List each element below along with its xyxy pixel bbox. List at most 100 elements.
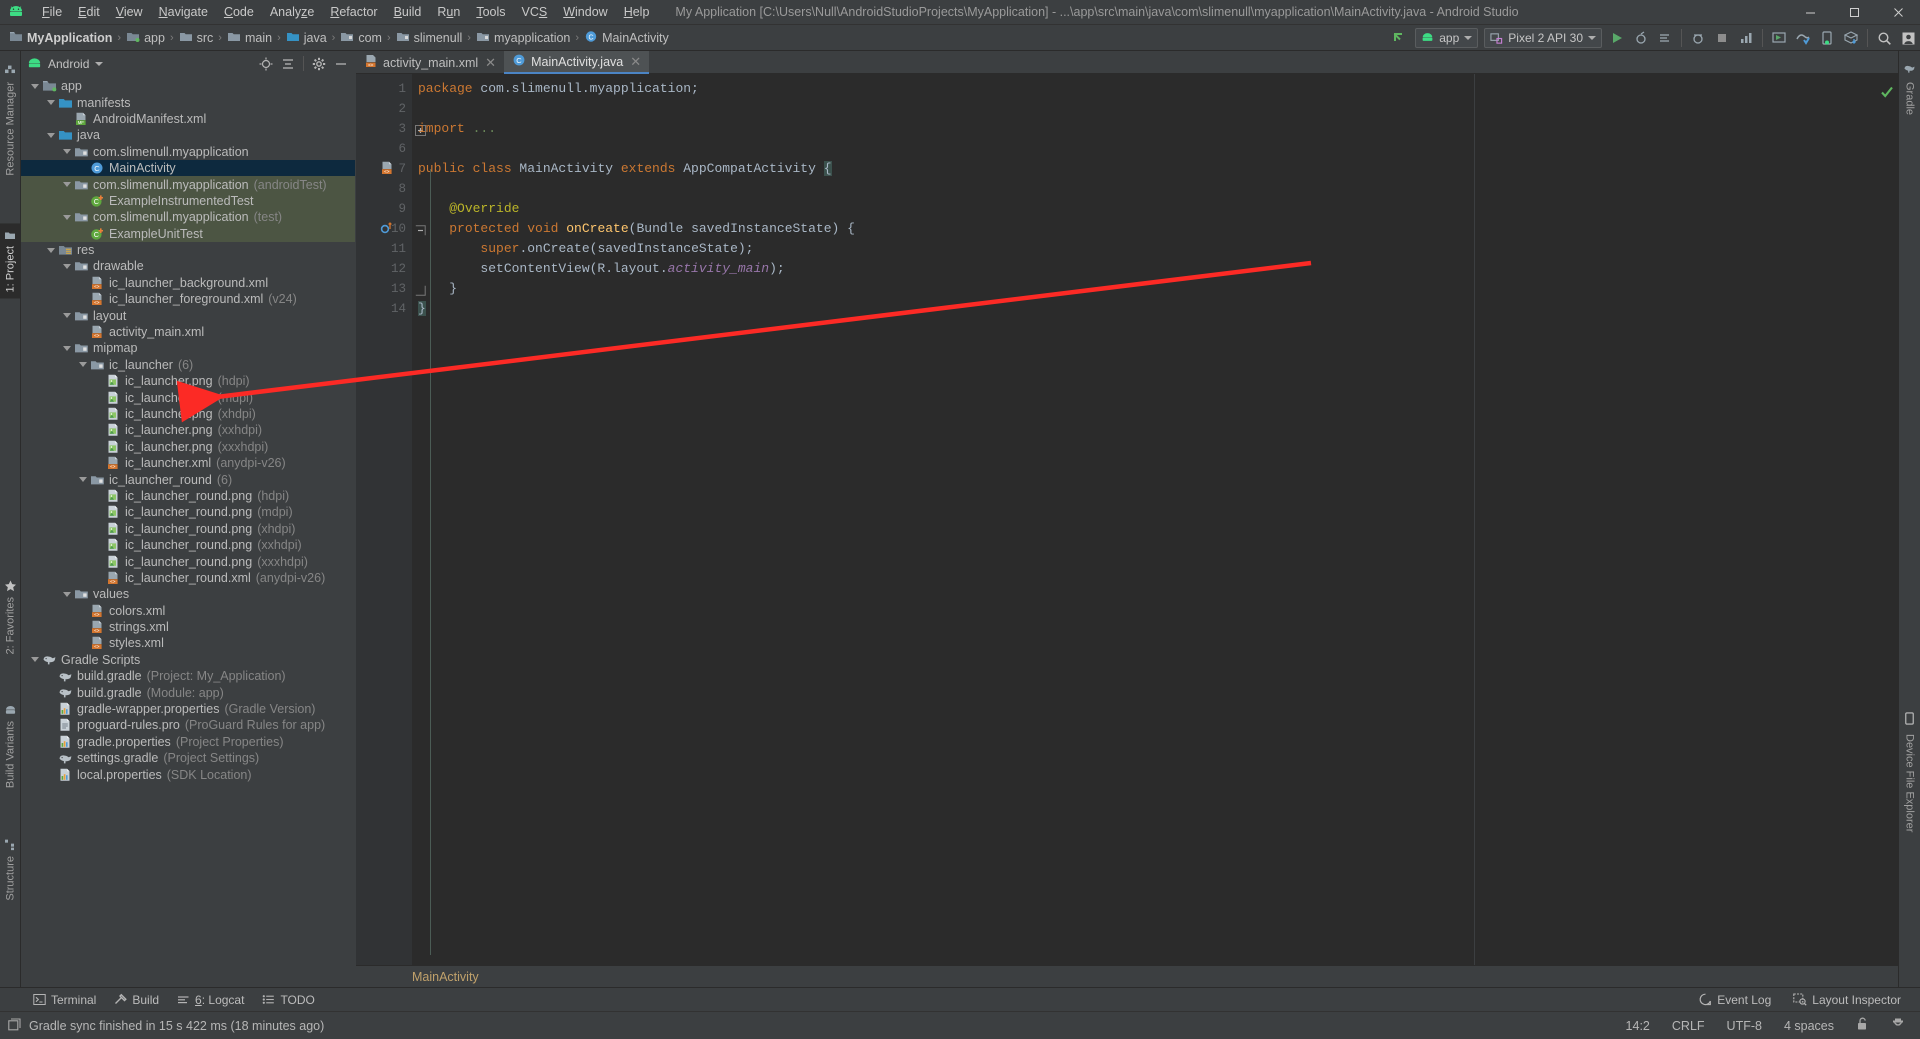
chevron-down-icon[interactable] bbox=[61, 263, 73, 269]
stripe-tab-structure[interactable]: Structure bbox=[0, 833, 21, 907]
hide-panel-icon[interactable] bbox=[331, 54, 351, 74]
menu-build[interactable]: Build bbox=[386, 2, 430, 22]
tree-row[interactable]: ic_launcher_round.png (xxxhdpi) bbox=[21, 553, 355, 569]
line-number-gutter[interactable]: 1 2 3 6 7 <> 8 9 10 11 12 13 14 bbox=[356, 74, 426, 965]
chevron-down-icon[interactable] bbox=[61, 182, 73, 188]
chevron-down-icon[interactable] bbox=[45, 100, 57, 106]
tree-row[interactable]: layout bbox=[21, 307, 355, 323]
tree-row[interactable]: mipmap bbox=[21, 340, 355, 356]
chevron-down-icon[interactable] bbox=[29, 657, 41, 663]
editor-tab-activity-main-xml[interactable]: <> activity_main.xml ✕ bbox=[356, 51, 504, 74]
chevron-down-icon[interactable] bbox=[61, 214, 73, 220]
tree-row[interactable]: values bbox=[21, 586, 355, 602]
line-separator-indicator[interactable]: CRLF bbox=[1669, 1017, 1708, 1035]
line-number[interactable]: 14 bbox=[356, 299, 412, 319]
profiler-icon[interactable] bbox=[1735, 27, 1757, 49]
maximize-button[interactable] bbox=[1832, 0, 1876, 25]
breadcrumb-item-java[interactable]: java bbox=[283, 28, 330, 48]
tree-row[interactable]: <> colors.xml bbox=[21, 603, 355, 619]
close-icon[interactable]: ✕ bbox=[485, 55, 496, 71]
tree-row[interactable]: ic_launcher (6) bbox=[21, 357, 355, 373]
menu-window[interactable]: Window bbox=[555, 2, 615, 22]
line-number[interactable]: 2 bbox=[356, 99, 412, 119]
tree-row[interactable]: gradle-wrapper.properties (Gradle Version… bbox=[21, 701, 355, 717]
gear-icon[interactable] bbox=[309, 54, 329, 74]
locate-file-icon[interactable] bbox=[256, 54, 276, 74]
breadcrumb-item-app[interactable]: app bbox=[123, 28, 168, 48]
editor-marker-column[interactable] bbox=[1886, 97, 1898, 943]
indent-indicator[interactable]: 4 spaces bbox=[1781, 1017, 1837, 1035]
tree-row[interactable]: C MainActivity bbox=[21, 159, 355, 177]
tree-row[interactable]: res bbox=[21, 242, 355, 258]
bottom-tab-event-log[interactable]: Event Log bbox=[1690, 991, 1780, 1009]
chevron-down-icon[interactable] bbox=[61, 345, 73, 351]
bottom-tab-build[interactable]: Build bbox=[105, 991, 168, 1009]
line-number[interactable]: 9 bbox=[356, 199, 412, 219]
caret-position[interactable]: 14:2 bbox=[1623, 1017, 1653, 1035]
tree-row[interactable]: ic_launcher.png (mdpi) bbox=[21, 389, 355, 405]
tree-row[interactable]: MF AndroidManifest.xml bbox=[21, 111, 355, 127]
collapse-all-icon[interactable] bbox=[278, 54, 298, 74]
line-number[interactable]: 6 bbox=[356, 139, 412, 159]
bottom-tab-terminal[interactable]: Terminal bbox=[24, 991, 105, 1009]
menu-refactor[interactable]: Refactor bbox=[322, 2, 385, 22]
line-number[interactable]: 13 bbox=[356, 279, 426, 299]
line-number[interactable]: 11 bbox=[356, 239, 412, 259]
tree-row[interactable]: <> ic_launcher_foreground.xml (v24) bbox=[21, 291, 355, 307]
attach-debugger-icon[interactable] bbox=[1687, 27, 1709, 49]
tree-row[interactable]: com.slimenull.myapplication (test) bbox=[21, 209, 355, 226]
tree-row[interactable]: ic_launcher_round.png (xhdpi) bbox=[21, 521, 355, 537]
debug-icon[interactable] bbox=[1630, 27, 1652, 49]
tree-row[interactable]: C ExampleInstrumentedTest bbox=[21, 192, 355, 210]
status-message[interactable]: Gradle sync finished in 15 s 422 ms (18 … bbox=[29, 1019, 324, 1033]
override-method-gutter-icon[interactable] bbox=[378, 221, 394, 237]
breadcrumb-item-com[interactable]: com bbox=[337, 28, 385, 48]
tree-row[interactable]: proguard-rules.pro (ProGuard Rules for ap… bbox=[21, 717, 355, 733]
menu-view[interactable]: View bbox=[108, 2, 151, 22]
search-icon[interactable] bbox=[1873, 27, 1895, 49]
tree-row[interactable]: ic_launcher_round.png (mdpi) bbox=[21, 504, 355, 520]
tree-row[interactable]: ic_launcher.png (xxxhdpi) bbox=[21, 439, 355, 455]
menu-file[interactable]: File bbox=[34, 2, 70, 22]
tree-row[interactable]: ic_launcher_round.png (xxhdpi) bbox=[21, 537, 355, 553]
stripe-tab-device-file-explorer[interactable]: Device File Explorer bbox=[1899, 706, 1920, 838]
bottom-tab-todo[interactable]: TODO bbox=[253, 991, 323, 1009]
breadcrumb-item-myapplication-pkg[interactable]: myapplication bbox=[473, 28, 573, 48]
related-xml-gutter-icon[interactable]: <> bbox=[378, 161, 394, 177]
stripe-tab-build-variants[interactable]: Build Variants bbox=[0, 699, 21, 794]
close-button[interactable] bbox=[1876, 0, 1920, 25]
tree-row[interactable]: <> strings.xml bbox=[21, 619, 355, 635]
stripe-tab-resource-manager[interactable]: Resource Manager bbox=[0, 59, 21, 182]
run-coverage-icon[interactable] bbox=[1654, 27, 1676, 49]
tree-row[interactable]: <> activity_main.xml bbox=[21, 324, 355, 340]
tree-row[interactable]: app bbox=[21, 78, 355, 94]
sdk-manager-icon[interactable] bbox=[1792, 27, 1814, 49]
tree-row[interactable]: <> ic_launcher_round.xml (anydpi-v26) bbox=[21, 570, 355, 586]
chevron-down-icon[interactable] bbox=[45, 132, 57, 138]
tree-row[interactable]: C ExampleUnitTest bbox=[21, 225, 355, 242]
menu-vcs[interactable]: VCS bbox=[514, 2, 556, 22]
line-number[interactable]: 8 bbox=[356, 179, 412, 199]
chevron-down-icon[interactable] bbox=[45, 247, 57, 253]
stripe-tab-gradle[interactable]: Gradle bbox=[1899, 57, 1920, 121]
inspection-status-icon[interactable] bbox=[1880, 85, 1894, 104]
tree-row[interactable]: settings.gradle (Project Settings) bbox=[21, 750, 355, 766]
tree-row[interactable]: Gradle Scripts bbox=[21, 652, 355, 668]
editor-tab-mainactivity-java[interactable]: C MainActivity.java ✕ bbox=[504, 51, 650, 74]
minimize-button[interactable] bbox=[1788, 0, 1832, 25]
tree-row[interactable]: <> styles.xml bbox=[21, 635, 355, 651]
tree-row[interactable]: ic_launcher_round (6) bbox=[21, 471, 355, 487]
chevron-down-icon[interactable] bbox=[77, 362, 89, 368]
account-icon[interactable] bbox=[1897, 27, 1919, 49]
line-number[interactable]: 7 <> bbox=[356, 159, 412, 179]
tree-row[interactable]: build.gradle (Module: app) bbox=[21, 684, 355, 700]
stop-icon[interactable] bbox=[1711, 27, 1733, 49]
bottom-tab-layout-inspector[interactable]: Layout Inspector bbox=[1784, 991, 1910, 1009]
menu-run[interactable]: Run bbox=[429, 2, 468, 22]
run-configuration-selector[interactable]: app bbox=[1415, 28, 1479, 48]
hector-icon[interactable] bbox=[1888, 1015, 1908, 1036]
project-tree[interactable]: app manifests MF AndroidManifest.xml java com… bbox=[21, 76, 355, 987]
tree-row[interactable]: com.slimenull.myapplication (androidTest) bbox=[21, 176, 355, 193]
editor-breadcrumb[interactable]: MainActivity bbox=[356, 965, 1898, 987]
tree-row[interactable]: drawable bbox=[21, 258, 355, 274]
